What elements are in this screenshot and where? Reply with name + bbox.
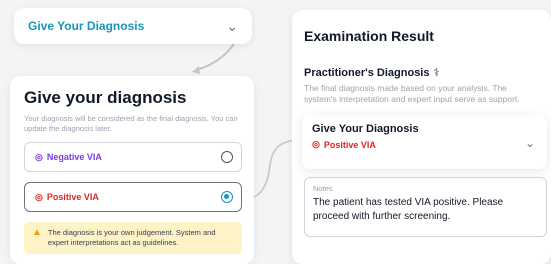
warning-icon: ▲ [32,227,42,238]
warning-banner: ▲ The diagnosis is your own judgement. S… [24,222,242,254]
diagnosis-title: Give your diagnosis [24,88,187,107]
chevron-down-icon: ⌄ [226,17,238,34]
chevron-down-icon: ⌄ [524,136,535,150]
option-label: Negative VIA [46,152,102,162]
dropdown-label: Give Your Diagnosis [28,19,145,33]
section-title: Practitioner's Diagnosis [304,66,430,79]
section-description: The final diagnosis made based on your a… [304,83,520,104]
exam-title: Examination Result [304,28,434,44]
positive-via-icon: ◎ [35,191,43,202]
negative-via-icon: ◎ [35,151,43,162]
diagnosis-description: Your diagnosis will be considered as the… [24,114,238,133]
stethoscope-icon: ⚕ [433,67,440,79]
warning-text: The diagnosis is your own judgement. Sys… [47,228,216,247]
radio-negative-via[interactable] [221,151,233,163]
diagnosis-card: Give your diagnosis Your diagnosis will … [10,76,254,264]
notes-text: The patient has tested VIA positive. Ple… [313,197,504,222]
positive-via-icon: ◎ [312,139,320,149]
practitioner-diagnosis-heading: Practitioner's Diagnosis ⚕ [304,66,539,80]
diagnosis-dropdown-collapsed[interactable]: Give Your Diagnosis ⌄ [14,8,252,44]
examination-result-card: Examination Result Practitioner's Diagno… [292,10,551,264]
notes-label: Notes [313,184,333,193]
radio-positive-via[interactable] [221,191,233,203]
option-positive-via[interactable]: ◎ Positive VIA [24,182,242,212]
option-label: Positive VIA [46,192,99,202]
dropdown-title: Give Your Diagnosis [312,123,419,135]
notes-field[interactable]: Notes The patient has tested VIA positiv… [304,177,547,237]
option-negative-via[interactable]: ◎ Negative VIA [24,142,242,172]
diagnosis-dropdown-selected[interactable]: Give Your Diagnosis ◎ Positive VIA ⌄ [302,115,547,169]
dropdown-value: Positive VIA [323,139,376,150]
